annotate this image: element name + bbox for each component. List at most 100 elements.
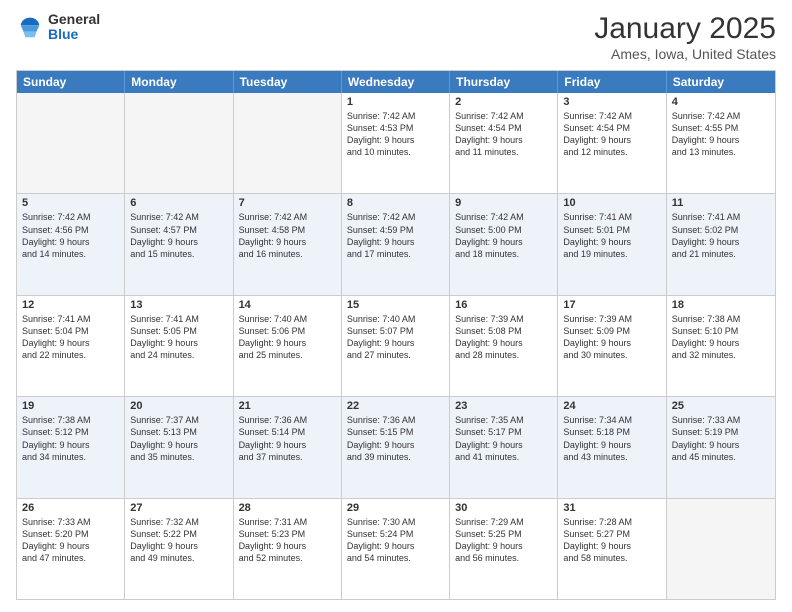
day-number: 18 [672,299,770,311]
day-number: 7 [239,197,336,209]
cal-cell-1-4: 9 Sunrise: 7:42 AMSunset: 5:00 PMDaylight… [450,194,558,294]
header: General Blue January 2025 Ames, Iowa, Un… [16,12,776,62]
cal-cell-2-4: 16 Sunrise: 7:39 AMSunset: 5:08 PMDayligh… [450,296,558,396]
calendar-row-0: 1 Sunrise: 7:42 AMSunset: 4:53 PMDaylight… [17,93,775,193]
cal-cell-2-1: 13 Sunrise: 7:41 AMSunset: 5:05 PMDayligh… [125,296,233,396]
day-info: Sunrise: 7:42 AMSunset: 4:53 PMDaylight:… [347,110,444,159]
day-info: Sunrise: 7:41 AMSunset: 5:01 PMDaylight:… [563,211,660,260]
weekday-header-saturday: Saturday [667,71,775,93]
cal-cell-4-2: 28 Sunrise: 7:31 AMSunset: 5:23 PMDayligh… [234,499,342,599]
cal-cell-0-0 [17,93,125,193]
logo: General Blue [16,12,100,43]
weekday-header-thursday: Thursday [450,71,558,93]
cal-cell-0-2 [234,93,342,193]
day-info: Sunrise: 7:41 AMSunset: 5:05 PMDaylight:… [130,313,227,362]
cal-cell-0-4: 2 Sunrise: 7:42 AMSunset: 4:54 PMDaylight… [450,93,558,193]
cal-cell-3-5: 24 Sunrise: 7:34 AMSunset: 5:18 PMDayligh… [558,397,666,497]
day-info: Sunrise: 7:42 AMSunset: 4:59 PMDaylight:… [347,211,444,260]
day-number: 5 [22,197,119,209]
cal-cell-2-6: 18 Sunrise: 7:38 AMSunset: 5:10 PMDayligh… [667,296,775,396]
calendar-row-1: 5 Sunrise: 7:42 AMSunset: 4:56 PMDaylight… [17,193,775,294]
calendar: SundayMondayTuesdayWednesdayThursdayFrid… [16,70,776,600]
calendar-body: 1 Sunrise: 7:42 AMSunset: 4:53 PMDaylight… [17,93,775,599]
day-info: Sunrise: 7:36 AMSunset: 5:15 PMDaylight:… [347,414,444,463]
day-info: Sunrise: 7:41 AMSunset: 5:02 PMDaylight:… [672,211,770,260]
day-info: Sunrise: 7:37 AMSunset: 5:13 PMDaylight:… [130,414,227,463]
cal-cell-3-1: 20Sunrise: 7:37 AMSunset: 5:13 PMDayligh… [125,397,233,497]
day-info: Sunrise: 7:32 AMSunset: 5:22 PMDaylight:… [130,516,227,565]
calendar-row-2: 12Sunrise: 7:41 AMSunset: 5:04 PMDayligh… [17,295,775,396]
day-number: 17 [563,299,660,311]
cal-cell-3-0: 19 Sunrise: 7:38 AMSunset: 5:12 PMDayligh… [17,397,125,497]
logo-icon [16,13,44,41]
cal-cell-1-1: 6Sunrise: 7:42 AMSunset: 4:57 PMDaylight… [125,194,233,294]
logo-general-text: General [48,12,100,27]
cal-cell-2-3: 15Sunrise: 7:40 AMSunset: 5:07 PMDayligh… [342,296,450,396]
calendar-row-3: 19 Sunrise: 7:38 AMSunset: 5:12 PMDayligh… [17,396,775,497]
day-info: Sunrise: 7:42 AMSunset: 5:00 PMDaylight:… [455,211,552,260]
day-number: 4 [672,96,770,108]
cal-cell-4-3: 29 Sunrise: 7:30 AMSunset: 5:24 PMDayligh… [342,499,450,599]
cal-cell-1-2: 7 Sunrise: 7:42 AMSunset: 4:58 PMDaylight… [234,194,342,294]
calendar-row-4: 26Sunrise: 7:33 AMSunset: 5:20 PMDayligh… [17,498,775,599]
page: General Blue January 2025 Ames, Iowa, Un… [0,0,792,612]
day-info: Sunrise: 7:42 AMSunset: 4:56 PMDaylight:… [22,211,119,260]
day-number: 19 [22,400,119,412]
day-info: Sunrise: 7:42 AMSunset: 4:57 PMDaylight:… [130,211,227,260]
day-number: 27 [130,502,227,514]
day-info: Sunrise: 7:38 AMSunset: 5:12 PMDaylight:… [22,414,119,463]
day-number: 22 [347,400,444,412]
day-info: Sunrise: 7:28 AMSunset: 5:27 PMDaylight:… [563,516,660,565]
day-info: Sunrise: 7:33 AMSunset: 5:19 PMDaylight:… [672,414,770,463]
cal-cell-2-5: 17Sunrise: 7:39 AMSunset: 5:09 PMDayligh… [558,296,666,396]
day-info: Sunrise: 7:42 AMSunset: 4:54 PMDaylight:… [455,110,552,159]
day-number: 28 [239,502,336,514]
cal-cell-2-2: 14 Sunrise: 7:40 AMSunset: 5:06 PMDayligh… [234,296,342,396]
month-title: January 2025 [594,12,776,46]
day-info: Sunrise: 7:31 AMSunset: 5:23 PMDaylight:… [239,516,336,565]
day-number: 13 [130,299,227,311]
cal-cell-1-3: 8 Sunrise: 7:42 AMSunset: 4:59 PMDaylight… [342,194,450,294]
day-number: 29 [347,502,444,514]
day-info: Sunrise: 7:33 AMSunset: 5:20 PMDaylight:… [22,516,119,565]
day-info: Sunrise: 7:40 AMSunset: 5:06 PMDaylight:… [239,313,336,362]
weekday-header-tuesday: Tuesday [234,71,342,93]
day-info: Sunrise: 7:42 AMSunset: 4:55 PMDaylight:… [672,110,770,159]
cal-cell-4-6 [667,499,775,599]
weekday-header-sunday: Sunday [17,71,125,93]
cal-cell-3-2: 21Sunrise: 7:36 AMSunset: 5:14 PMDayligh… [234,397,342,497]
day-info: Sunrise: 7:35 AMSunset: 5:17 PMDaylight:… [455,414,552,463]
day-number: 9 [455,197,552,209]
day-info: Sunrise: 7:39 AMSunset: 5:08 PMDaylight:… [455,313,552,362]
day-number: 8 [347,197,444,209]
day-number: 1 [347,96,444,108]
cal-cell-4-1: 27 Sunrise: 7:32 AMSunset: 5:22 PMDayligh… [125,499,233,599]
day-info: Sunrise: 7:38 AMSunset: 5:10 PMDaylight:… [672,313,770,362]
weekday-header-wednesday: Wednesday [342,71,450,93]
cal-cell-0-5: 3Sunrise: 7:42 AMSunset: 4:54 PMDaylight… [558,93,666,193]
day-number: 2 [455,96,552,108]
cal-cell-4-5: 31Sunrise: 7:28 AMSunset: 5:27 PMDayligh… [558,499,666,599]
cal-cell-0-1 [125,93,233,193]
day-number: 16 [455,299,552,311]
cal-cell-1-0: 5 Sunrise: 7:42 AMSunset: 4:56 PMDaylight… [17,194,125,294]
day-number: 14 [239,299,336,311]
cal-cell-4-0: 26Sunrise: 7:33 AMSunset: 5:20 PMDayligh… [17,499,125,599]
day-number: 23 [455,400,552,412]
cal-cell-3-4: 23 Sunrise: 7:35 AMSunset: 5:17 PMDayligh… [450,397,558,497]
day-info: Sunrise: 7:34 AMSunset: 5:18 PMDaylight:… [563,414,660,463]
location-title: Ames, Iowa, United States [594,46,776,62]
cal-cell-1-5: 10 Sunrise: 7:41 AMSunset: 5:01 PMDayligh… [558,194,666,294]
day-number: 24 [563,400,660,412]
day-info: Sunrise: 7:42 AMSunset: 4:58 PMDaylight:… [239,211,336,260]
cal-cell-2-0: 12Sunrise: 7:41 AMSunset: 5:04 PMDayligh… [17,296,125,396]
weekday-header-friday: Friday [558,71,666,93]
day-number: 10 [563,197,660,209]
cal-cell-0-6: 4 Sunrise: 7:42 AMSunset: 4:55 PMDaylight… [667,93,775,193]
day-info: Sunrise: 7:30 AMSunset: 5:24 PMDaylight:… [347,516,444,565]
calendar-header: SundayMondayTuesdayWednesdayThursdayFrid… [17,71,775,93]
cal-cell-0-3: 1 Sunrise: 7:42 AMSunset: 4:53 PMDaylight… [342,93,450,193]
day-number: 11 [672,197,770,209]
day-number: 3 [563,96,660,108]
cal-cell-4-4: 30Sunrise: 7:29 AMSunset: 5:25 PMDayligh… [450,499,558,599]
